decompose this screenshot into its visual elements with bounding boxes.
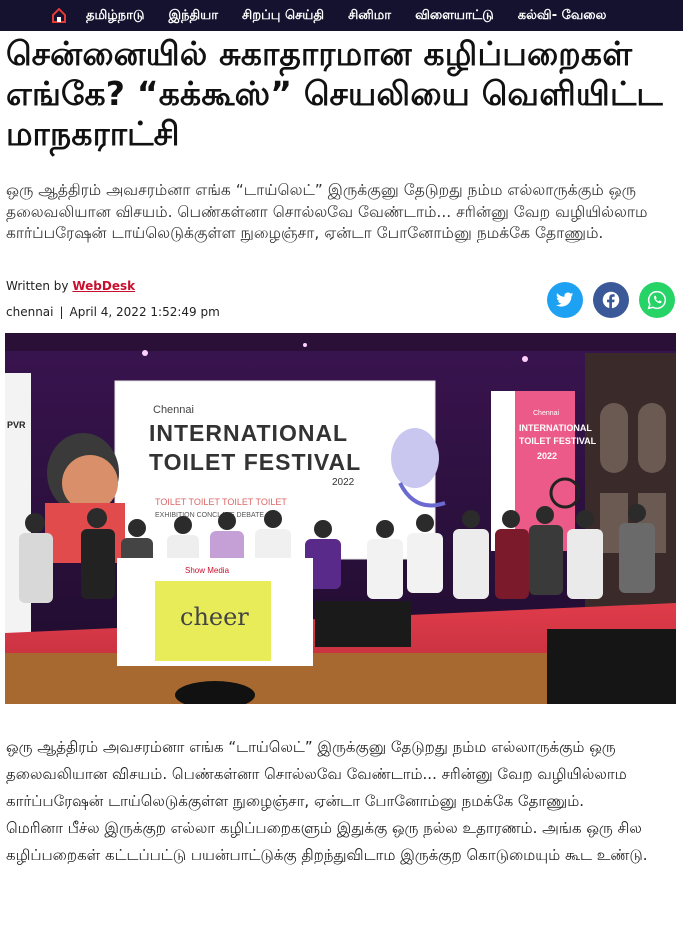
facebook-share-button[interactable] (593, 282, 629, 318)
top-navigation: தமிழ்நாடு இந்தியா சிறப்பு செய்தி சினிமா … (0, 0, 683, 31)
twitter-share-button[interactable] (547, 282, 583, 318)
right-banner-year: 2022 (537, 451, 557, 461)
event-stage-image: PVR Chennai INTERNATIONAL TOILET FESTIVA… (5, 333, 676, 704)
article-photo: PVR Chennai INTERNATIONAL TOILET FESTIVA… (5, 333, 676, 704)
right-banner-title-1: INTERNATIONAL (519, 423, 592, 433)
banner-sub: TOILET TOILET TOILET TOILET (155, 497, 287, 507)
twitter-icon (556, 292, 574, 307)
right-banner-title-2: TOILET FESTIVAL (519, 436, 597, 446)
nav-item-sports[interactable]: விளையாட்டு (407, 8, 510, 24)
nav-item-tamilnadu[interactable]: தமிழ்நாடு (78, 8, 160, 24)
article-headline: சென்னையில் சுகாதாரமான கழிப்பறைகள் எங்கே?… (6, 34, 663, 153)
written-by-label: Written by (6, 279, 69, 293)
nav-item-special-news[interactable]: சிறப்பு செய்தி (234, 8, 340, 24)
banner-title-1: INTERNATIONAL (149, 420, 348, 446)
nav-item-cinema[interactable]: சினிமா (340, 8, 407, 24)
banner-small-text: Chennai (153, 404, 194, 416)
banner-title-2: TOILET FESTIVAL (149, 449, 361, 475)
article-meta: chennai | April 4, 2022 1:52:49 pm (6, 305, 220, 319)
home-icon (52, 7, 66, 23)
nav-item-india[interactable]: இந்தியா (160, 8, 234, 24)
body-paragraph: ஒரு ஆத்திரம் அவசரம்னா எங்க “டாய்லெட்” இர… (6, 738, 627, 810)
whatsapp-share-button[interactable] (639, 282, 675, 318)
meta-separator: | (59, 305, 64, 319)
article-body: ஒரு ஆத்திரம் அவசரம்னா எங்க “டாய்லெட்” இர… (6, 734, 676, 869)
article-location: chennai (6, 305, 54, 319)
right-banner-small: Chennai (533, 410, 560, 417)
podium-brand: Show Media (185, 566, 230, 575)
byline: Written by WebDesk (6, 279, 135, 293)
whatsapp-icon (647, 290, 666, 310)
nav-items: தமிழ்நாடு இந்தியா சிறப்பு செய்தி சினிமா … (78, 0, 622, 31)
facebook-icon (602, 291, 620, 309)
banner-sub2: EXHIBITION CONCLAVE DEBATE (155, 512, 264, 519)
body-paragraph: மெரினா பீச்ல இருக்குற எல்லா கழிப்பறைகளும… (6, 819, 648, 864)
home-button[interactable] (40, 0, 78, 31)
article-date: April 4, 2022 1:52:49 pm (69, 305, 220, 319)
banner-year: 2022 (332, 477, 355, 488)
podium-logo: cheer (180, 603, 249, 631)
nav-item-education-jobs[interactable]: கல்வி- வேலை (510, 8, 623, 24)
author-link[interactable]: WebDesk (72, 279, 135, 293)
article-summary: ஒரு ஆத்திரம் அவசரம்னா எங்க “டாய்லெட்” இர… (6, 181, 648, 242)
left-banner-text: PVR (7, 420, 26, 430)
